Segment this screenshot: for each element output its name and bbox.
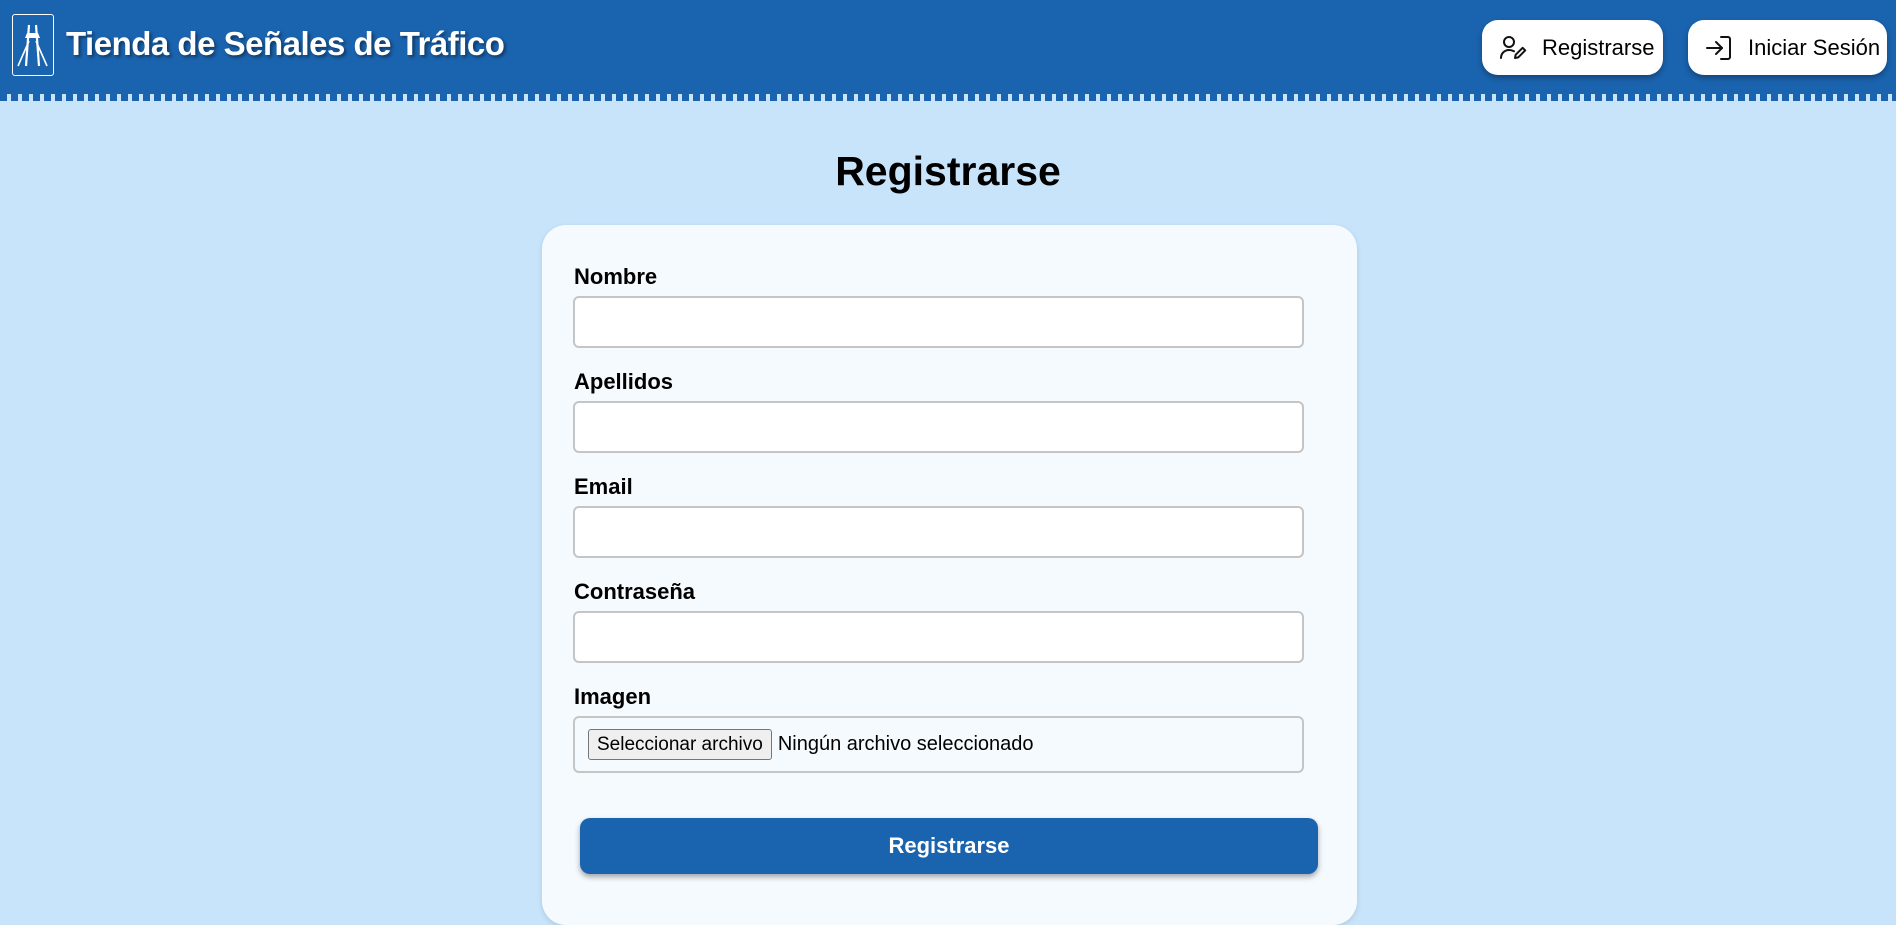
top-navbar: Tienda de Señales de Tráfico Registrarse… xyxy=(0,0,1896,94)
nombre-label: Nombre xyxy=(574,264,658,289)
imagen-label: Imagen xyxy=(574,684,652,709)
email-input[interactable] xyxy=(573,506,1304,558)
page-title: Registrarse xyxy=(835,148,1061,194)
login-nav-button[interactable]: Iniciar Sesión xyxy=(1688,20,1887,75)
user-edit-icon xyxy=(1498,33,1528,63)
password-label: Contraseña xyxy=(574,579,696,604)
highway-sign-icon[interactable] xyxy=(12,14,54,76)
password-input[interactable] xyxy=(573,611,1304,663)
login-arrow-icon xyxy=(1704,33,1734,63)
nombre-input[interactable] xyxy=(573,296,1304,348)
submit-register-button[interactable]: Registrarse xyxy=(580,818,1318,874)
apellidos-label: Apellidos xyxy=(574,369,674,394)
register-nav-label: Registrarse xyxy=(1542,34,1655,60)
file-status-text: Ningún archivo seleccionado xyxy=(777,733,1034,755)
register-form-card: Nombre Apellidos Email Contraseña Imagen… xyxy=(542,225,1357,925)
image-file-input[interactable]: Seleccionar archivo Ningún archivo selec… xyxy=(573,716,1304,773)
register-nav-button[interactable]: Registrarse xyxy=(1482,20,1663,75)
email-label: Email xyxy=(574,474,633,499)
login-nav-label: Iniciar Sesión xyxy=(1748,34,1881,60)
brand-title[interactable]: Tienda de Señales de Tráfico xyxy=(66,25,505,63)
choose-file-button[interactable]: Seleccionar archivo xyxy=(588,729,772,760)
apellidos-input[interactable] xyxy=(573,401,1304,453)
header-dashed-border xyxy=(0,94,1896,101)
